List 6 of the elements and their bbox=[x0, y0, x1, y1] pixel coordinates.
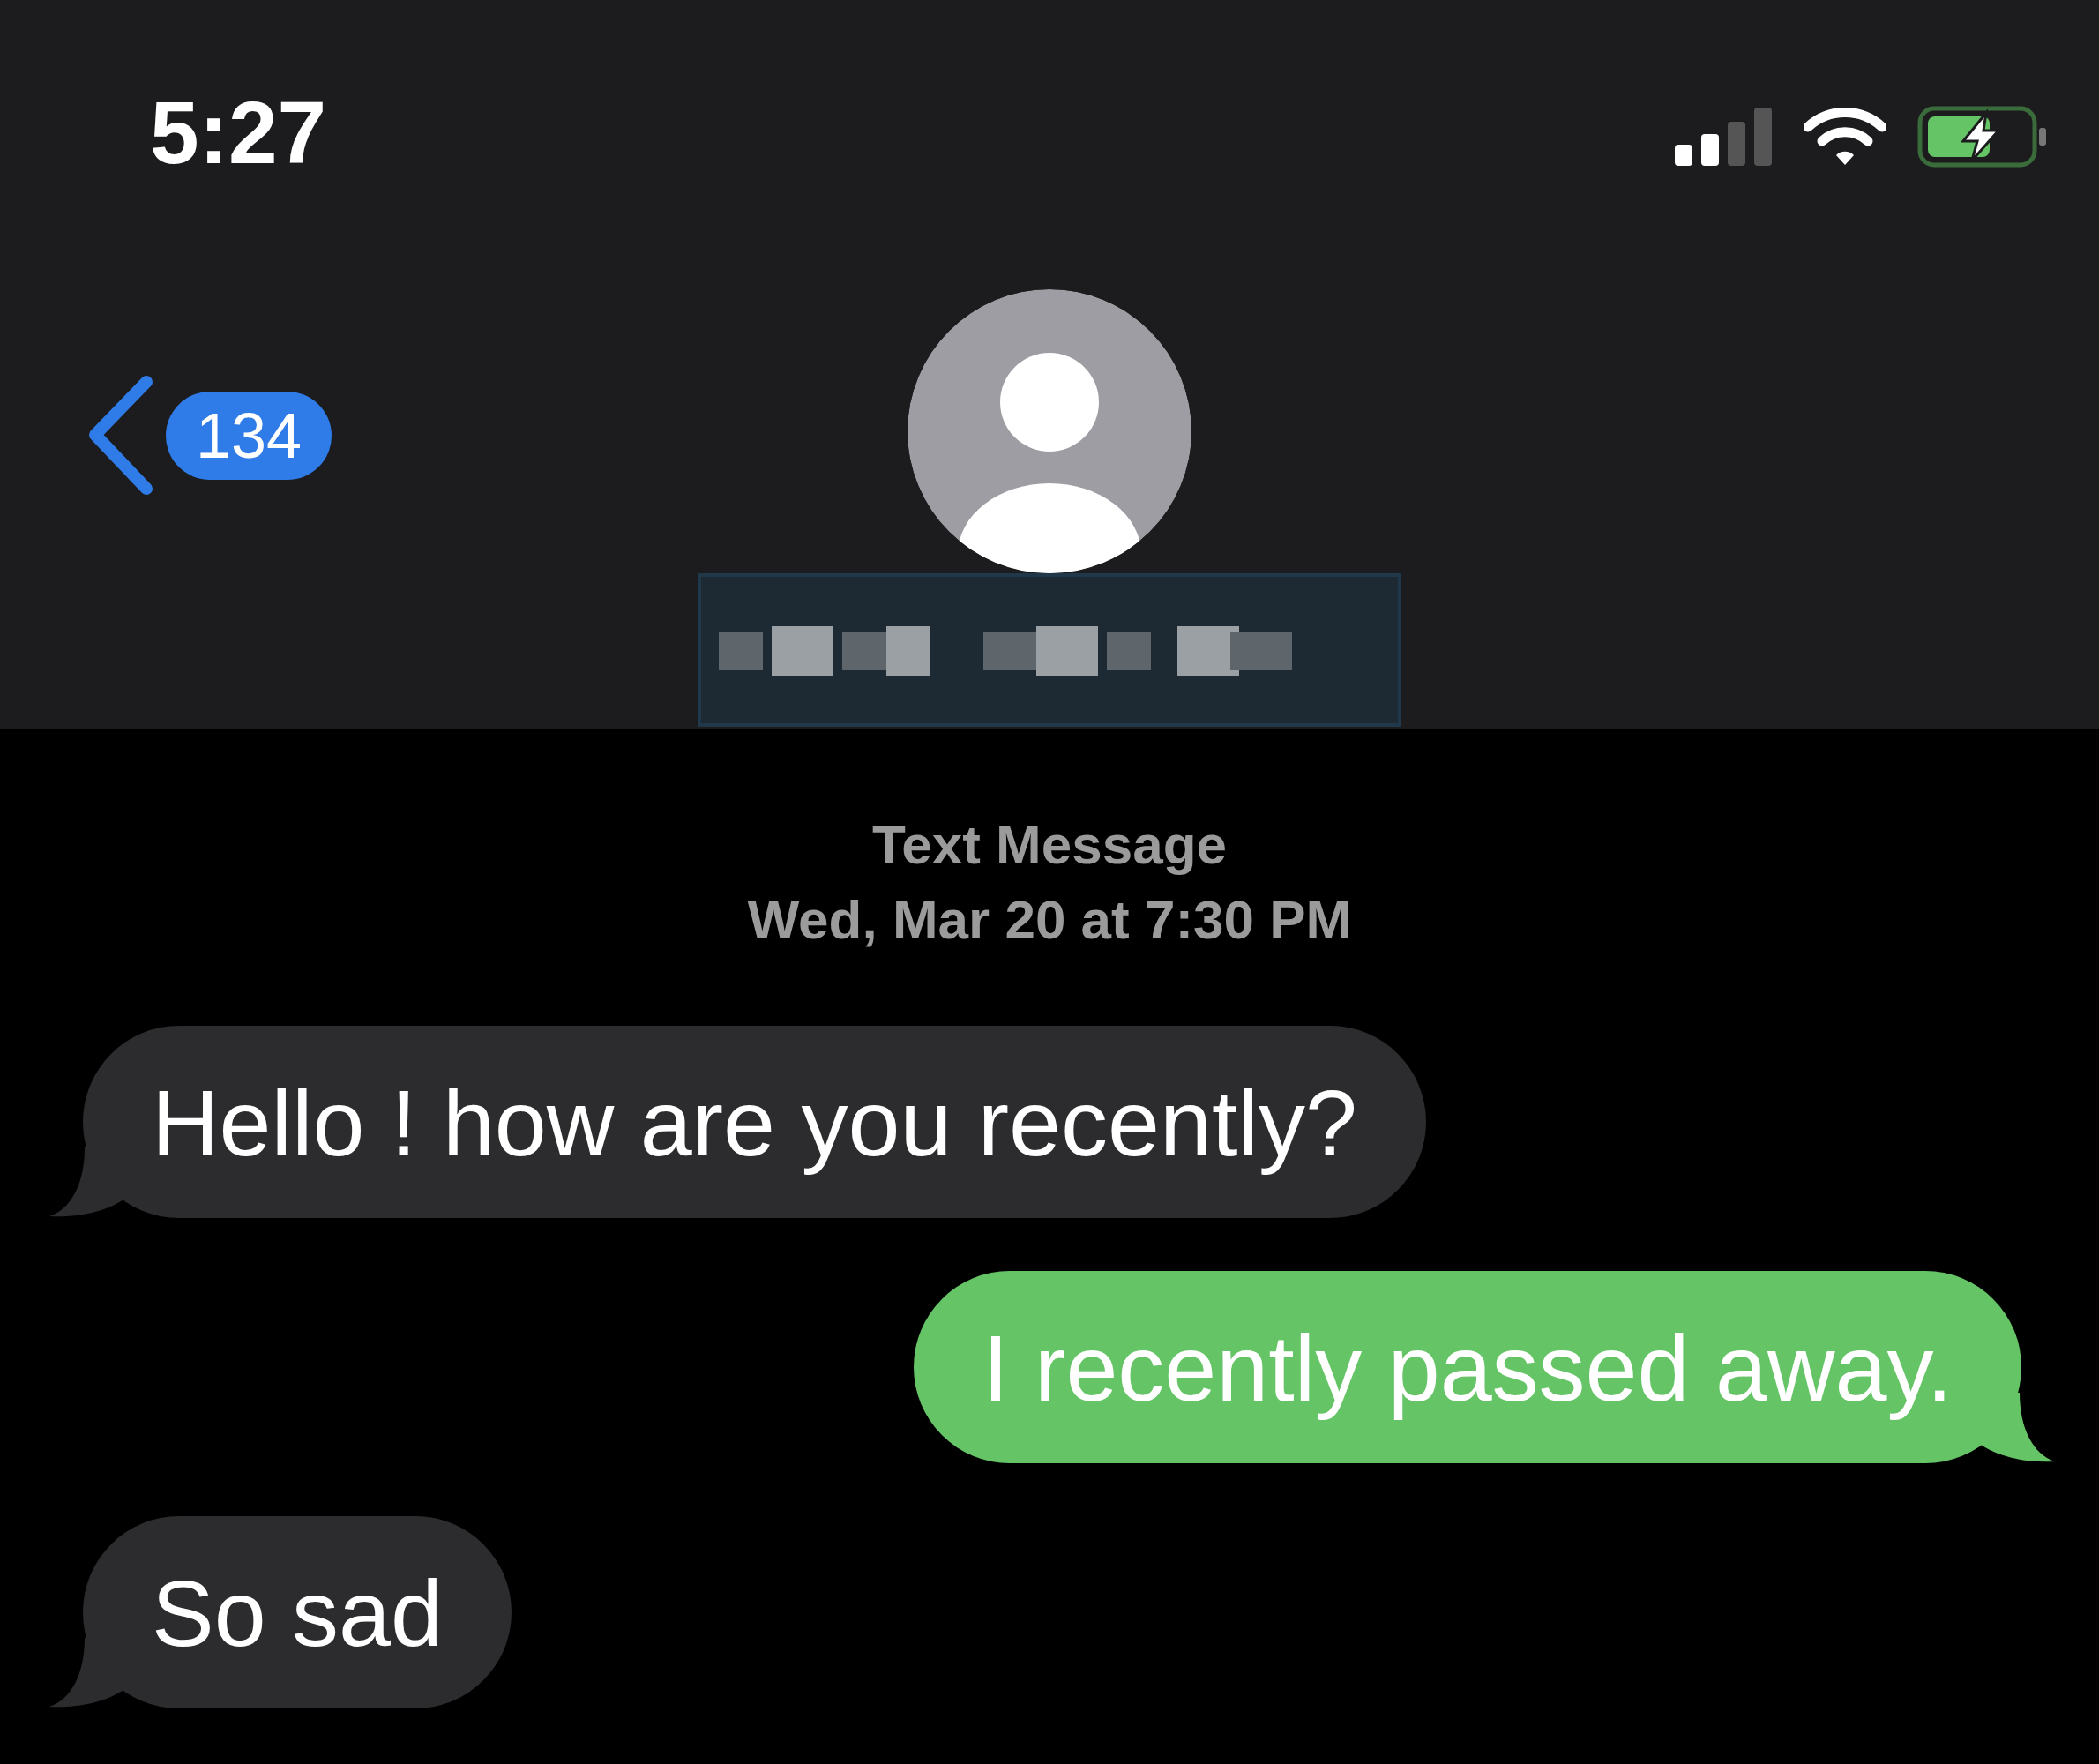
back-button[interactable]: 134 bbox=[85, 375, 332, 496]
unread-count-badge: 134 bbox=[166, 391, 332, 480]
service-label: Text Message bbox=[872, 813, 1227, 877]
signal-icon bbox=[1675, 106, 1773, 168]
message-timestamp: Wed, Mar 20 at 7:30 PM bbox=[747, 888, 1352, 952]
status-time: 5:27 bbox=[150, 88, 327, 176]
